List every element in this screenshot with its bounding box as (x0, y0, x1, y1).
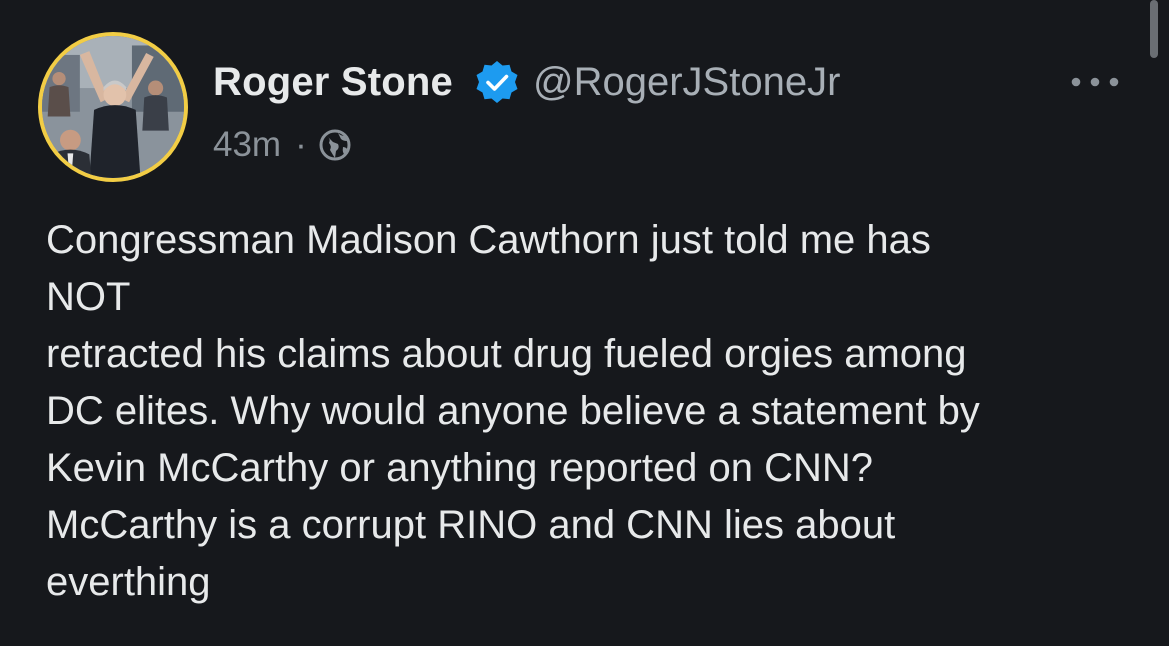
avatar[interactable] (38, 32, 188, 182)
tweet-line: McCarthy is a corrupt RINO and CNN lies … (46, 503, 896, 547)
tweet-line: everthing (46, 560, 211, 604)
globe-icon (319, 129, 351, 161)
tweet-line: NOT (46, 275, 131, 319)
avatar-photo (42, 36, 184, 178)
scrollbar[interactable] (1150, 0, 1158, 58)
tweet-line: retracted his claims about drug fueled o… (46, 332, 967, 376)
author-row: Roger Stone @RogerJStoneJr (213, 56, 840, 108)
more-options-icon (1071, 77, 1119, 87)
author-display-name[interactable]: Roger Stone (213, 60, 453, 105)
tweet-body: Congressman Madison Cawthorn just told m… (46, 212, 1136, 611)
tweet-line: Kevin McCarthy or anything reported on C… (46, 446, 874, 490)
more-options-button[interactable] (1068, 70, 1122, 94)
post-meta: 43m · (213, 122, 351, 168)
tweet-line: Congressman Madison Cawthorn just told m… (46, 218, 931, 262)
post-card: Roger Stone @RogerJStoneJr 43m · Congres… (0, 0, 1169, 646)
tweet-line: DC elites. Why would anyone believe a st… (46, 389, 980, 433)
verified-badge-icon (475, 60, 519, 104)
timestamp[interactable]: 43m (213, 125, 281, 165)
author-handle[interactable]: @RogerJStoneJr (533, 60, 840, 105)
meta-separator: · (295, 125, 307, 164)
